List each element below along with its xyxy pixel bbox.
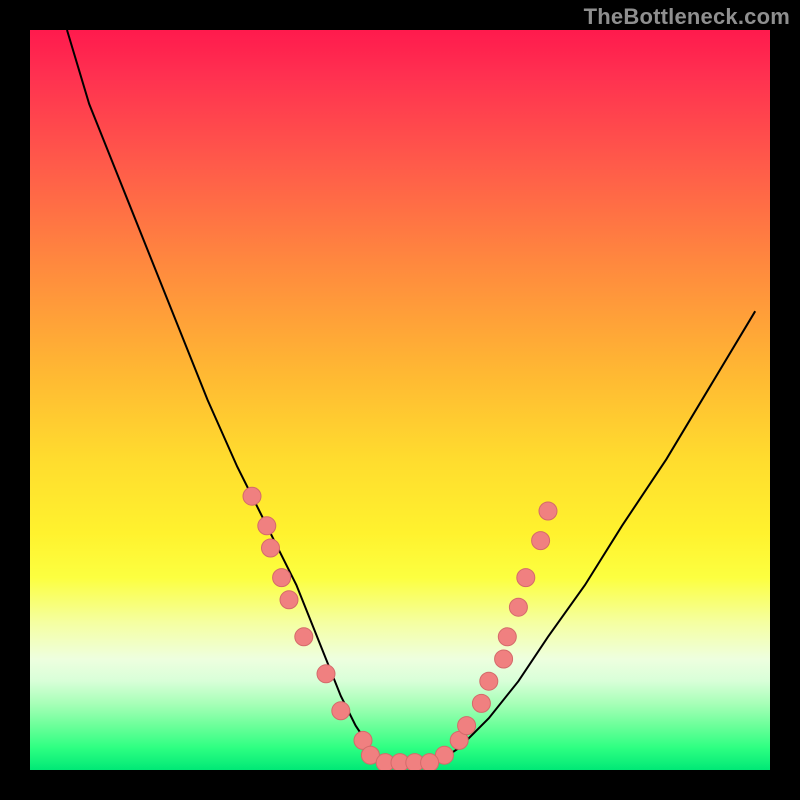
data-point: [273, 569, 291, 587]
data-point: [498, 628, 516, 646]
data-point: [280, 591, 298, 609]
curve-layer: [67, 30, 755, 766]
data-point: [258, 517, 276, 535]
data-point: [517, 569, 535, 587]
plot-area: [30, 30, 770, 770]
watermark: TheBottleneck.com: [584, 4, 790, 30]
chart-svg: [30, 30, 770, 770]
data-point: [332, 702, 350, 720]
data-point: [480, 672, 498, 690]
data-point: [532, 532, 550, 550]
data-point: [495, 650, 513, 668]
data-point: [539, 502, 557, 520]
chart-frame: TheBottleneck.com: [0, 0, 800, 800]
points-layer: [243, 487, 557, 770]
bottleneck-curve: [67, 30, 755, 766]
data-point: [472, 694, 490, 712]
data-point: [295, 628, 313, 646]
data-point: [458, 717, 476, 735]
data-point: [317, 665, 335, 683]
data-point: [262, 539, 280, 557]
data-point: [509, 598, 527, 616]
data-point: [243, 487, 261, 505]
data-point: [421, 754, 439, 770]
